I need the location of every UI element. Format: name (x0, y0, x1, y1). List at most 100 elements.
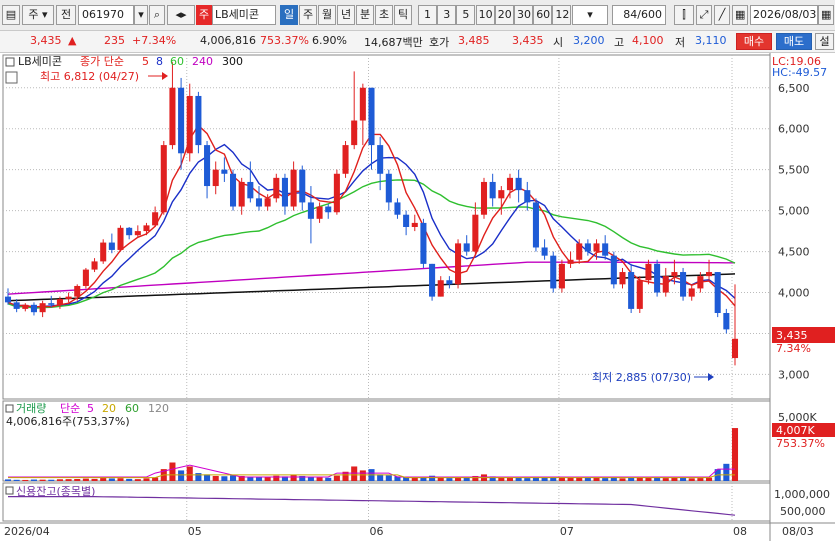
credit-axis-label: 1,000,000 (774, 488, 830, 501)
price-legend-ma-period: 240 (192, 55, 213, 68)
volume-legend-ma-period: 5 (87, 402, 94, 415)
candle-body (152, 212, 159, 226)
grid-settings-icon[interactable]: ▦ (732, 5, 748, 25)
volume-bar (619, 478, 626, 481)
candle-body (221, 169, 228, 174)
chart-toolbar: ▤ 주 ▾ 전 061970 ▾ ⌕ ◂▸ 주 LB세미콘 일주월년분초틱 13… (0, 0, 835, 31)
price-legend-ma-period: 5 (142, 55, 149, 68)
line-tool-icon[interactable]: ╱ (714, 5, 730, 25)
period-tab-4[interactable]: 분 (356, 5, 374, 25)
current-volume-percent-label: 753.37% (776, 437, 825, 450)
stock-badge: 주 (196, 5, 212, 25)
candle-body (688, 288, 695, 297)
period-tab-5[interactable]: 초 (375, 5, 393, 25)
zoom-icon[interactable]: ⤢ (696, 5, 712, 25)
candle-body (281, 177, 288, 207)
interval-button-60[interactable]: 60 (533, 5, 553, 25)
price-legend-name: LB세미콘 (18, 55, 62, 68)
interval-button-5[interactable]: 5 (456, 5, 476, 25)
current-price: 3,435 (30, 34, 62, 47)
candle-body (290, 169, 297, 207)
candle-body (91, 261, 98, 270)
speaker-icon[interactable]: ◂▸ (167, 5, 195, 25)
current-volume-label: 4,007K (776, 424, 815, 437)
interval-button-10[interactable]: 10 (475, 5, 495, 25)
candle-body (238, 181, 245, 207)
change-amount: 235 (104, 34, 125, 47)
candle-body (602, 243, 609, 256)
volume-legend-ma-period: 60 (125, 402, 139, 415)
price-panel (2, 54, 771, 400)
candle-body (351, 120, 358, 146)
high-price: 4,100 (632, 34, 664, 47)
volume-bar (385, 475, 392, 481)
grid-icon[interactable]: ▤ (2, 5, 20, 25)
period-tab-1[interactable]: 주 (299, 5, 317, 25)
interval-button-3[interactable]: 3 (437, 5, 457, 25)
interval-button-1[interactable]: 1 (418, 5, 437, 25)
volume-bar (30, 479, 37, 481)
code-dropdown-arrow[interactable]: ▾ (134, 5, 148, 25)
volume-bar (13, 479, 20, 481)
candle-body (515, 177, 522, 191)
stock-code-input[interactable]: 061970 (78, 5, 134, 25)
candle-body (463, 243, 470, 252)
candle-body (541, 247, 548, 256)
candle-body (731, 338, 739, 359)
period-tab-0[interactable]: 일 (280, 5, 298, 25)
period-tab-3[interactable]: 년 (337, 5, 355, 25)
volume-panel (2, 400, 771, 482)
candle-body (636, 280, 643, 309)
volume-bar (662, 478, 669, 481)
price-axis-label: 4,000 (778, 287, 810, 300)
candle-type-icon[interactable]: ⫿ (674, 5, 694, 25)
volume-bar (22, 479, 29, 481)
volume-bar (74, 479, 81, 481)
candle-body (126, 227, 133, 236)
amount: 14,687백만 (364, 36, 423, 49)
candle-body (229, 173, 237, 207)
volume-bar (359, 470, 366, 481)
prev-button[interactable]: 전 (56, 5, 76, 25)
interval-button-30[interactable]: 30 (514, 5, 533, 25)
candle-body (22, 304, 29, 309)
volume-bar (731, 428, 739, 481)
volume-bar (351, 466, 358, 481)
date-field[interactable]: 2026/08/03 (750, 5, 818, 25)
settings-button[interactable]: 설 (815, 33, 834, 50)
candle-body (74, 285, 81, 297)
volume-axis-label: 5,000K (778, 411, 817, 424)
low-annotation: 최저 2,885 (07/30) (592, 371, 691, 384)
volume-bar (195, 473, 202, 481)
chart-area: 6,5006,0005,5005,0004,5004,0003,5003,000… (0, 53, 835, 541)
stock-name[interactable]: LB세미콘 (212, 5, 276, 25)
ask-price: 3,485 (458, 34, 490, 47)
market-dropdown[interactable]: 주 ▾ (22, 5, 54, 25)
count-field[interactable]: 84/600 (612, 5, 666, 25)
candle-body (56, 299, 63, 305)
stock-chart[interactable]: 6,5006,0005,5005,0004,5004,0003,5003,000… (0, 53, 835, 541)
interval-button-20[interactable]: 20 (494, 5, 514, 25)
interval-custom-dropdown[interactable]: ▾ (572, 5, 608, 25)
volume-bar (39, 479, 46, 481)
candle-body (446, 280, 453, 285)
volume-bar (255, 477, 263, 481)
search-icon[interactable]: ⌕ (149, 5, 165, 25)
candle-body (48, 303, 55, 305)
candle-body (342, 145, 349, 174)
price-axis-label: 4,500 (778, 246, 810, 259)
candle-body (593, 243, 600, 252)
buy-button[interactable]: 매수 (736, 33, 772, 50)
period-tab-2[interactable]: 월 (318, 5, 336, 25)
candle-body (117, 227, 124, 250)
period-tab-6[interactable]: 틱 (394, 5, 412, 25)
candle-body (299, 169, 306, 203)
candle-body (255, 198, 263, 207)
candle-body (195, 95, 202, 146)
candle-body (714, 272, 721, 313)
sell-button[interactable]: 매도 (776, 33, 812, 50)
candle-body (567, 259, 574, 264)
interval-button-120[interactable]: 120 (552, 5, 572, 25)
price-axis-label: 6,500 (778, 82, 810, 95)
calendar-icon[interactable]: ▦ (818, 5, 834, 25)
